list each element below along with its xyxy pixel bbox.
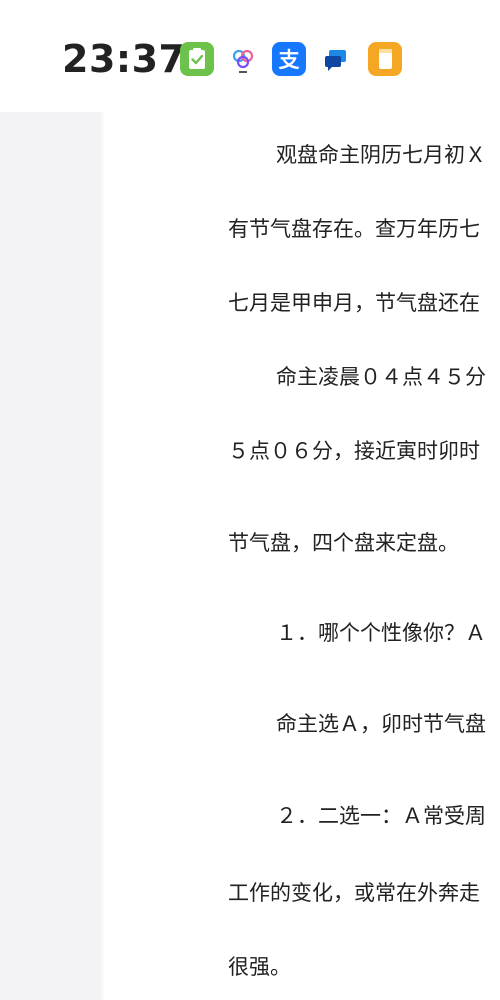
yellow-note-app-icon [368,42,402,76]
article-line: 工作的变化，或常在外奔走 [228,881,480,905]
article-body: 观盘命主阴历七月初Ｘ 有节气盘存在。查万年历七 七月是甲申月，节气盘还在 命主凌… [104,112,500,1000]
left-margin-panel [0,112,104,1000]
article-line: ２．二选一：Ａ常受周 [276,804,486,828]
screen: 23:37 支 观盘命主阴历七月初Ｘ 有节气盘存在。查万年历七 七月是甲申月，节… [0,0,500,1000]
alipay-icon: 支 [272,42,306,76]
status-bar: 23:37 支 [0,0,500,112]
svg-text:支: 支 [279,48,301,72]
colorful-flower-app-icon [226,42,260,76]
article-line: 很强。 [228,955,291,979]
article-line: 节气盘，四个盘来定盘。 [228,531,459,555]
article-line: 命主凌晨０４点４５分 [276,365,486,389]
article-line: 有节气盘存在。查万年历七 [228,217,480,241]
article-line: ５点０６分，接近寅时卯时 [228,439,480,463]
article-line: 命主选Ａ，卯时节气盘 [276,712,486,736]
status-time: 23:37 [62,37,186,81]
article-line: 观盘命主阴历七月初Ｘ [276,143,486,167]
article-line: 七月是甲申月，节气盘还在 [228,291,480,315]
message-bubble-app-icon [320,42,354,76]
green-check-app-icon [180,42,214,76]
article-line: １．哪个个性像你？Ａ [276,621,486,645]
